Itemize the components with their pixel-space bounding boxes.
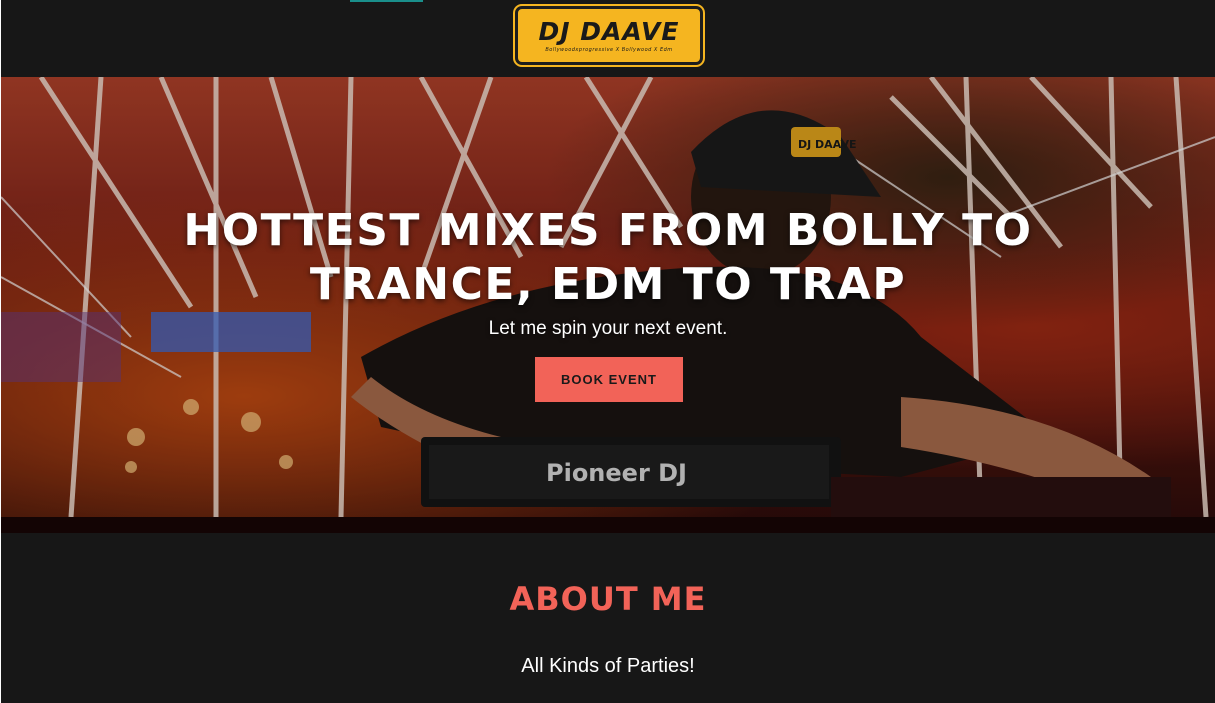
hero-title: HOTTEST MIXES FROM BOLLY TO TRANCE, EDM …: [183, 205, 1033, 310]
logo-tagline: Bollywoodxprogressive X Bollywood X Edm: [545, 47, 673, 53]
about-body-text-cutoff: [121, 696, 1001, 703]
about-section: ABOUT ME All Kinds of Parties!: [1, 533, 1215, 703]
logo-title: DJ DAAVE: [538, 17, 680, 46]
hero-subtitle: Let me spin your next event.: [488, 318, 728, 339]
about-subtitle: All Kinds of Parties!: [521, 655, 695, 677]
page: DJ DAAVE Bollywoodxprogressive X Bollywo…: [1, 0, 1215, 703]
site-logo[interactable]: DJ DAAVE Bollywoodxprogressive X Bollywo…: [515, 6, 703, 65]
book-event-button[interactable]: BOOK EVENT: [535, 357, 683, 402]
site-header: DJ DAAVE Bollywoodxprogressive X Bollywo…: [1, 2, 1215, 77]
about-title: ABOUT ME: [509, 580, 707, 618]
hero-section: DJ DAAVE Pioneer DJ HOTTEST MIXES FROM B…: [1, 77, 1215, 533]
